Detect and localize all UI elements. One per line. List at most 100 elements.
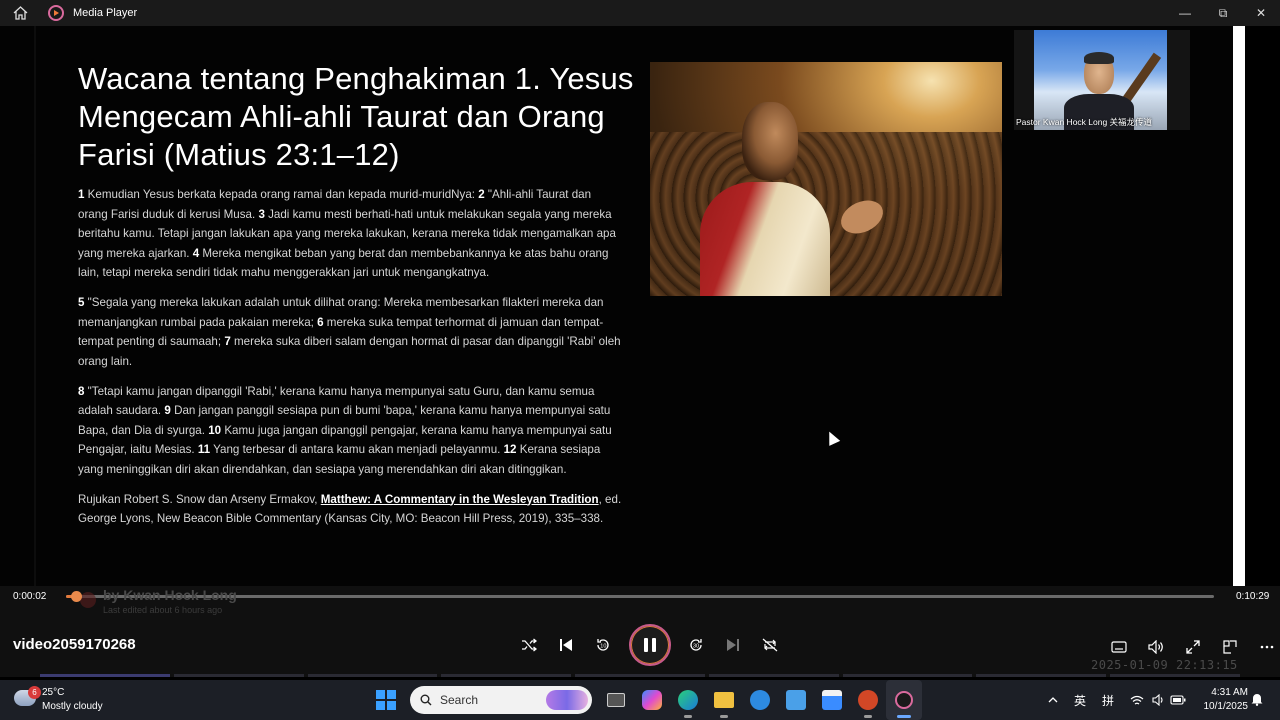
slide-title: Wacana tentang Penghakiman 1. Yesus Meng… — [78, 61, 634, 172]
weather-widget[interactable]: 6 25°C Mostly cloudy — [14, 684, 124, 716]
pause-button[interactable] — [629, 624, 671, 666]
current-time: 0:00:02 — [13, 591, 47, 602]
vertical-scrollbar[interactable] — [1233, 26, 1245, 586]
player-control-bar: 0:00:02 by Kwan Hock Long Last edited ab… — [0, 586, 1280, 677]
clock-time: 4:31 AM — [1211, 687, 1248, 698]
fullscreen-icon — [1185, 640, 1200, 654]
more-options-button[interactable] — [1248, 628, 1280, 666]
previous-button[interactable] — [547, 626, 584, 664]
app-icon — [786, 690, 806, 710]
clock-date: 10/1/2025 — [1203, 701, 1249, 712]
rewind-10-icon: 10 — [596, 639, 609, 651]
verse-number: 10 — [208, 423, 222, 437]
clock[interactable]: 4:31 AM 10/1/2025 — [1198, 686, 1249, 714]
powerpoint-button[interactable] — [850, 680, 886, 720]
battery-icon[interactable] — [1170, 695, 1186, 705]
video-name: video2059170268 — [13, 636, 136, 653]
total-time: 0:10:29 — [1236, 591, 1270, 602]
copilot-icon — [642, 690, 662, 710]
system-tray: 英 拼 — [1040, 680, 1186, 720]
forward-30-button[interactable]: 30 — [677, 626, 714, 664]
window-controls: — ⧉ ✕ — [1166, 0, 1280, 26]
webcam-feed — [1034, 30, 1167, 130]
more-icon — [1260, 645, 1273, 649]
video-datestamp: 2025-01-09 22:13:15 — [1091, 658, 1238, 672]
subtitles-icon — [1110, 641, 1127, 653]
seek-bar[interactable] — [66, 595, 1214, 598]
taskbar: 6 25°C Mostly cloudy Search 英 拼 4:31 AM … — [0, 680, 1280, 720]
volume-icon — [1147, 640, 1163, 654]
previous-icon — [559, 639, 572, 651]
scripture-paragraph-3: 8 "Tetapi kamu jangan dipanggil 'Rabi,' … — [78, 382, 623, 480]
media-player-taskbar-button[interactable] — [886, 680, 922, 720]
next-button[interactable] — [714, 626, 751, 664]
reference-paragraph: Rujukan Robert S. Snow dan Arseny Ermako… — [78, 490, 623, 529]
home-icon[interactable] — [0, 0, 40, 26]
webcam-overlay: Pastor Kwan Hock Long 关福龙传道 — [1014, 30, 1190, 130]
app-blue-button[interactable] — [778, 680, 814, 720]
start-button[interactable] — [368, 680, 404, 720]
reference-prefix: Rujukan Robert S. Snow dan Arseny Ermako… — [78, 492, 321, 506]
robe-image — [700, 182, 830, 296]
mouse-cursor-icon — [823, 429, 841, 446]
jesus-crowd-painting — [650, 62, 1002, 296]
speaker-icon[interactable] — [1152, 694, 1166, 706]
seek-thumb[interactable] — [71, 591, 82, 602]
edge-button[interactable] — [670, 680, 706, 720]
svg-text:10: 10 — [600, 644, 606, 650]
notification-bell-icon[interactable] — [1250, 692, 1264, 706]
verse-number: 12 — [503, 443, 517, 456]
media-player-icon — [895, 691, 913, 709]
search-placeholder: Search — [440, 693, 479, 707]
shuffle-icon — [521, 638, 537, 652]
wifi-icon[interactable] — [1130, 695, 1144, 706]
playback-controls: 10 30 — [510, 624, 788, 666]
task-view-button[interactable] — [598, 680, 634, 720]
miniplayer-icon — [1222, 640, 1237, 654]
weather-badge: 6 — [28, 686, 41, 699]
reference-title: Matthew: A Commentary in the Wesleyan Tr… — [320, 492, 599, 506]
windows-logo-icon — [376, 690, 396, 710]
svg-text:30: 30 — [693, 644, 699, 650]
ime-language[interactable]: 英 — [1074, 692, 1086, 709]
repeat-button[interactable] — [751, 626, 788, 664]
verse-text: Kemudian Yesus berkata kepada orang rama… — [84, 188, 479, 201]
search-icon — [420, 694, 432, 706]
scripture-paragraph-2: 5 "Segala yang mereka lakukan adalah unt… — [78, 293, 623, 371]
slide-edge — [34, 26, 36, 586]
taskbar-apps: Search — [368, 680, 922, 720]
speaker-hair — [1084, 52, 1114, 64]
powerpoint-icon — [858, 690, 878, 710]
file-explorer-button[interactable] — [706, 680, 742, 720]
ghost-avatar — [80, 592, 96, 608]
store-button[interactable] — [814, 680, 850, 720]
running-indicator — [684, 715, 692, 718]
verse-text: Yang terbesar di antara kamu akan menjad… — [210, 443, 504, 456]
right-strip — [1245, 26, 1280, 586]
search-box[interactable]: Search — [410, 686, 592, 714]
globe-icon — [750, 690, 770, 710]
restore-button[interactable]: ⧉ — [1204, 0, 1242, 26]
running-indicator — [897, 715, 911, 718]
minimize-button[interactable]: — — [1166, 0, 1204, 26]
ime-mode[interactable]: 拼 — [1102, 692, 1114, 709]
scripture-text: 1 Kemudian Yesus berkata kepada orang ra… — [78, 185, 623, 539]
repeat-off-icon — [762, 638, 777, 652]
title-bar: Media Player — ⧉ ✕ — [0, 0, 1280, 26]
rewind-10-button[interactable]: 10 — [584, 626, 621, 664]
video-frame[interactable]: Wacana tentang Penghakiman 1. Yesus Meng… — [0, 26, 1233, 586]
ghost-tabs — [40, 674, 1241, 677]
copilot-button[interactable] — [634, 680, 670, 720]
chevron-up-icon[interactable] — [1048, 697, 1058, 703]
task-view-icon — [607, 693, 625, 707]
close-button[interactable]: ✕ — [1242, 0, 1280, 26]
edge-icon — [678, 690, 698, 710]
window-title: Media Player — [73, 7, 138, 19]
head-image — [742, 102, 798, 180]
running-indicator — [864, 715, 872, 718]
app-globe-button[interactable] — [742, 680, 778, 720]
webcam-label: Pastor Kwan Hock Long 关福龙传道 — [1016, 117, 1153, 127]
shuffle-button[interactable] — [510, 626, 547, 664]
store-icon — [822, 690, 842, 710]
weather-condition: Mostly cloudy — [42, 701, 103, 712]
